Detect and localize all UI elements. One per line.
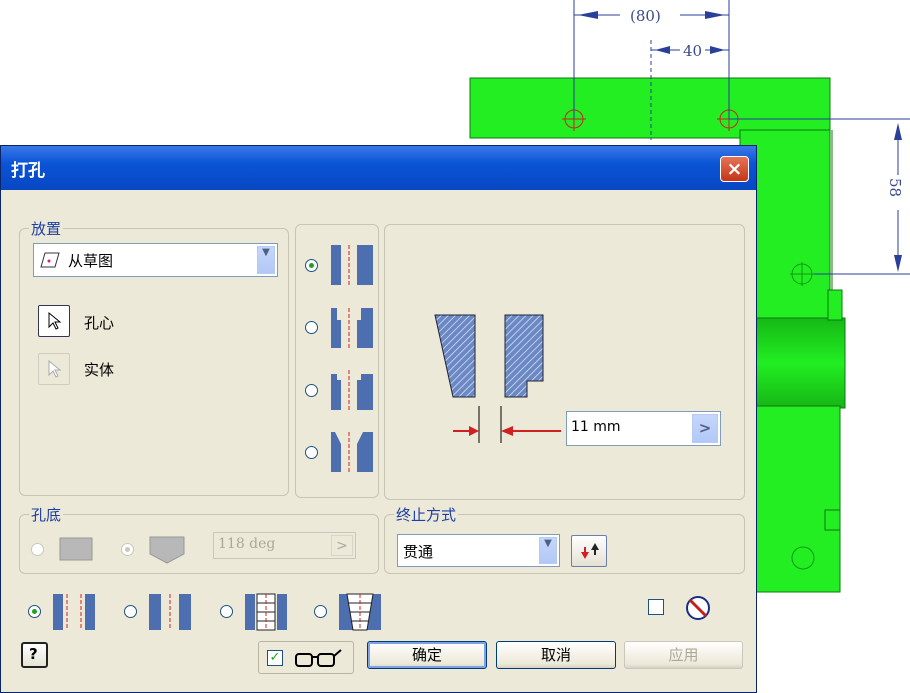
solid-label: 实体: [84, 361, 115, 379]
dimension-80: (80): [630, 7, 661, 25]
hole-type-radio-counterbore[interactable]: [305, 321, 318, 334]
hole-type-radio-countersink[interactable]: [305, 446, 318, 459]
sketch-icon: [40, 252, 60, 268]
flat-bottom-icon: [59, 537, 93, 561]
thread-radio-tapped[interactable]: [220, 605, 233, 618]
flip-direction-button[interactable]: [571, 535, 607, 567]
help-icon: ?: [29, 645, 38, 663]
chevron-right-icon: >: [698, 419, 712, 437]
placement-group-label: 放置: [29, 218, 64, 239]
ok-button[interactable]: 确定: [367, 641, 487, 669]
termination-value: 贯通: [403, 543, 434, 561]
drill-angle-input: 118 deg >: [213, 532, 356, 559]
solid-select-button: [38, 353, 70, 385]
counterbore-hole-icon: [331, 308, 373, 348]
termination-select[interactable]: 贯通 ▼: [397, 534, 560, 567]
angle-bottom-icon: [149, 536, 185, 564]
thread-radio-taper-tapped[interactable]: [314, 605, 327, 618]
chevron-down-icon[interactable]: ▼: [539, 537, 557, 564]
bottom-angle-radio: [121, 543, 134, 556]
tapped-hole-icon: [245, 593, 287, 631]
diameter-input[interactable]: 11 mm >: [566, 411, 721, 446]
cancel-button[interactable]: 取消: [496, 641, 616, 669]
dimension-40: 40: [683, 42, 702, 60]
help-button[interactable]: ?: [21, 642, 48, 668]
center-label: 孔心: [84, 314, 115, 332]
hole-bottom-group-label: 孔底: [29, 504, 64, 525]
thread-radio-clearance[interactable]: [124, 605, 137, 618]
center-select-button[interactable]: [38, 305, 70, 337]
chevron-right-icon: >: [331, 535, 353, 556]
preview-checkbox[interactable]: ✓: [267, 650, 283, 666]
bottom-flat-radio: [31, 543, 44, 556]
clearance-hole-icon: [149, 594, 191, 630]
title-bar[interactable]: 打孔 ×: [1, 146, 756, 190]
drilled-hole-icon: [53, 594, 95, 630]
termination-group-label: 终止方式: [394, 504, 459, 525]
no-symbol-icon[interactable]: [685, 595, 711, 621]
simple-hole-icon: [331, 245, 373, 285]
close-button[interactable]: ×: [720, 156, 749, 182]
dialog-title: 打孔: [11, 161, 45, 181]
thread-radio-standard[interactable]: [28, 605, 41, 618]
spotface-hole-icon: [331, 370, 373, 410]
drill-angle-value: 118 deg: [218, 536, 276, 552]
taper-tapped-hole-icon: [339, 593, 381, 631]
hole-type-radio-spotface[interactable]: [305, 384, 318, 397]
close-icon: ×: [726, 158, 743, 180]
apply-label: 应用: [668, 646, 699, 664]
dimension-58: 58: [886, 178, 904, 197]
cancel-label: 取消: [540, 646, 571, 664]
hole-preview-diagram: [434, 314, 561, 443]
countersink-hole-icon: [331, 432, 373, 472]
placement-source-value: 从草图: [68, 252, 114, 270]
ok-label: 确定: [411, 646, 442, 664]
glasses-icon: [295, 649, 342, 667]
apply-button: 应用: [624, 641, 743, 669]
cursor-icon: [48, 311, 62, 330]
placement-source-select[interactable]: 从草图 ▼: [33, 243, 278, 277]
part-body: [469, 77, 831, 139]
cursor-icon: [48, 359, 62, 378]
option-checkbox[interactable]: [648, 599, 664, 615]
chevron-down-icon[interactable]: ▼: [257, 246, 275, 274]
hole-type-radio-simple[interactable]: [305, 259, 318, 272]
flip-direction-icon: [581, 543, 599, 559]
hole-dialog: 打孔 × 放置 从草图 ▼ 孔心 实体 11 mm > 孔底 118 deg >…: [0, 145, 757, 693]
diameter-arrow-button[interactable]: >: [692, 414, 718, 443]
diameter-value: 11 mm: [571, 419, 621, 435]
